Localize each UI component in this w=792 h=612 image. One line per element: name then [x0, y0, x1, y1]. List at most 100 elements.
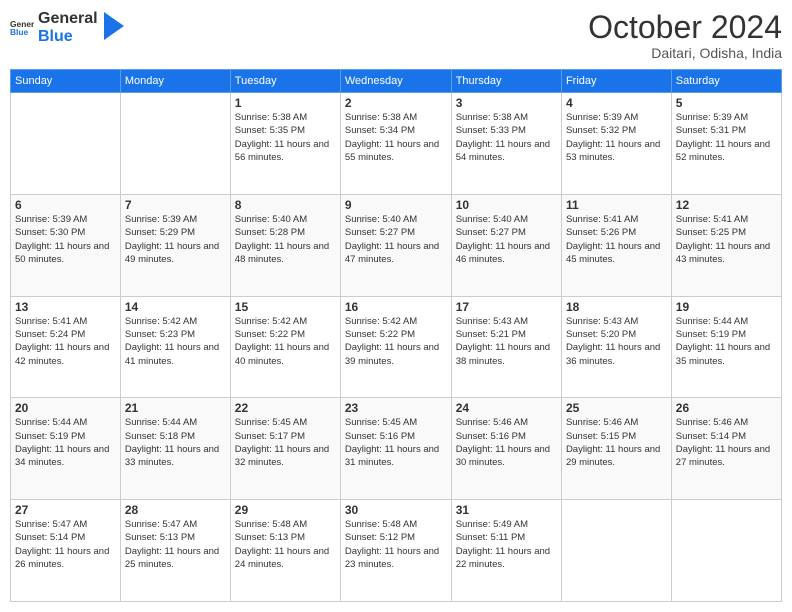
day-number: 15: [235, 300, 336, 314]
sunset-text: Sunset: 5:13 PM: [125, 531, 226, 544]
day-info: Sunrise: 5:39 AMSunset: 5:29 PMDaylight:…: [125, 213, 226, 266]
calendar-cell: 15Sunrise: 5:42 AMSunset: 5:22 PMDayligh…: [230, 296, 340, 398]
calendar-cell: [671, 500, 781, 602]
sunrise-text: Sunrise: 5:38 AM: [456, 111, 557, 124]
calendar-cell: 10Sunrise: 5:40 AMSunset: 5:27 PMDayligh…: [451, 194, 561, 296]
day-number: 22: [235, 401, 336, 415]
sunset-text: Sunset: 5:25 PM: [676, 226, 777, 239]
day-number: 4: [566, 96, 667, 110]
sunset-text: Sunset: 5:17 PM: [235, 430, 336, 443]
weekday-header-tuesday: Tuesday: [230, 70, 340, 93]
daylight-text: Daylight: 11 hours and 34 minutes.: [15, 443, 116, 470]
calendar-cell: 17Sunrise: 5:43 AMSunset: 5:21 PMDayligh…: [451, 296, 561, 398]
calendar-cell: 5Sunrise: 5:39 AMSunset: 5:31 PMDaylight…: [671, 93, 781, 195]
sunrise-text: Sunrise: 5:48 AM: [235, 518, 336, 531]
day-number: 2: [345, 96, 447, 110]
sunset-text: Sunset: 5:32 PM: [566, 124, 667, 137]
svg-text:Blue: Blue: [10, 27, 29, 37]
sunrise-text: Sunrise: 5:41 AM: [676, 213, 777, 226]
calendar-cell: 7Sunrise: 5:39 AMSunset: 5:29 PMDaylight…: [120, 194, 230, 296]
day-info: Sunrise: 5:46 AMSunset: 5:16 PMDaylight:…: [456, 416, 557, 469]
day-info: Sunrise: 5:44 AMSunset: 5:19 PMDaylight:…: [676, 315, 777, 368]
day-number: 17: [456, 300, 557, 314]
day-number: 6: [15, 198, 116, 212]
sunset-text: Sunset: 5:11 PM: [456, 531, 557, 544]
daylight-text: Daylight: 11 hours and 40 minutes.: [235, 341, 336, 368]
calendar-cell: 28Sunrise: 5:47 AMSunset: 5:13 PMDayligh…: [120, 500, 230, 602]
sunrise-text: Sunrise: 5:42 AM: [125, 315, 226, 328]
day-info: Sunrise: 5:40 AMSunset: 5:28 PMDaylight:…: [235, 213, 336, 266]
daylight-text: Daylight: 11 hours and 48 minutes.: [235, 240, 336, 267]
day-number: 10: [456, 198, 557, 212]
day-number: 30: [345, 503, 447, 517]
daylight-text: Daylight: 11 hours and 49 minutes.: [125, 240, 226, 267]
sunrise-text: Sunrise: 5:43 AM: [456, 315, 557, 328]
sunset-text: Sunset: 5:33 PM: [456, 124, 557, 137]
daylight-text: Daylight: 11 hours and 24 minutes.: [235, 545, 336, 572]
daylight-text: Daylight: 11 hours and 55 minutes.: [345, 138, 447, 165]
day-info: Sunrise: 5:43 AMSunset: 5:20 PMDaylight:…: [566, 315, 667, 368]
day-info: Sunrise: 5:39 AMSunset: 5:32 PMDaylight:…: [566, 111, 667, 164]
sunrise-text: Sunrise: 5:44 AM: [676, 315, 777, 328]
day-number: 20: [15, 401, 116, 415]
calendar-cell: 11Sunrise: 5:41 AMSunset: 5:26 PMDayligh…: [561, 194, 671, 296]
daylight-text: Daylight: 11 hours and 32 minutes.: [235, 443, 336, 470]
day-info: Sunrise: 5:48 AMSunset: 5:12 PMDaylight:…: [345, 518, 447, 571]
logo-arrow-icon: [104, 12, 124, 40]
daylight-text: Daylight: 11 hours and 38 minutes.: [456, 341, 557, 368]
daylight-text: Daylight: 11 hours and 30 minutes.: [456, 443, 557, 470]
sunrise-text: Sunrise: 5:47 AM: [125, 518, 226, 531]
day-info: Sunrise: 5:48 AMSunset: 5:13 PMDaylight:…: [235, 518, 336, 571]
sunrise-text: Sunrise: 5:39 AM: [676, 111, 777, 124]
calendar-cell: 16Sunrise: 5:42 AMSunset: 5:22 PMDayligh…: [340, 296, 451, 398]
logo: General Blue General Blue: [10, 10, 124, 45]
sunrise-text: Sunrise: 5:42 AM: [235, 315, 336, 328]
sunset-text: Sunset: 5:22 PM: [235, 328, 336, 341]
sunrise-text: Sunrise: 5:40 AM: [456, 213, 557, 226]
calendar-table: SundayMondayTuesdayWednesdayThursdayFrid…: [10, 69, 782, 602]
calendar-week-row: 27Sunrise: 5:47 AMSunset: 5:14 PMDayligh…: [11, 500, 782, 602]
sunrise-text: Sunrise: 5:39 AM: [125, 213, 226, 226]
calendar-cell: 24Sunrise: 5:46 AMSunset: 5:16 PMDayligh…: [451, 398, 561, 500]
sunset-text: Sunset: 5:29 PM: [125, 226, 226, 239]
calendar-week-row: 6Sunrise: 5:39 AMSunset: 5:30 PMDaylight…: [11, 194, 782, 296]
sunrise-text: Sunrise: 5:40 AM: [345, 213, 447, 226]
sunrise-text: Sunrise: 5:41 AM: [15, 315, 116, 328]
calendar-cell: 22Sunrise: 5:45 AMSunset: 5:17 PMDayligh…: [230, 398, 340, 500]
calendar-cell: 6Sunrise: 5:39 AMSunset: 5:30 PMDaylight…: [11, 194, 121, 296]
sunrise-text: Sunrise: 5:42 AM: [345, 315, 447, 328]
daylight-text: Daylight: 11 hours and 22 minutes.: [456, 545, 557, 572]
sunset-text: Sunset: 5:20 PM: [566, 328, 667, 341]
day-number: 12: [676, 198, 777, 212]
day-number: 1: [235, 96, 336, 110]
daylight-text: Daylight: 11 hours and 47 minutes.: [345, 240, 447, 267]
calendar-week-row: 1Sunrise: 5:38 AMSunset: 5:35 PMDaylight…: [11, 93, 782, 195]
sunset-text: Sunset: 5:21 PM: [456, 328, 557, 341]
day-number: 24: [456, 401, 557, 415]
sunrise-text: Sunrise: 5:49 AM: [456, 518, 557, 531]
sunset-text: Sunset: 5:35 PM: [235, 124, 336, 137]
calendar-cell: 31Sunrise: 5:49 AMSunset: 5:11 PMDayligh…: [451, 500, 561, 602]
sunset-text: Sunset: 5:13 PM: [235, 531, 336, 544]
weekday-header-friday: Friday: [561, 70, 671, 93]
daylight-text: Daylight: 11 hours and 56 minutes.: [235, 138, 336, 165]
sunset-text: Sunset: 5:27 PM: [345, 226, 447, 239]
month-title: October 2024: [588, 10, 782, 45]
daylight-text: Daylight: 11 hours and 31 minutes.: [345, 443, 447, 470]
sunset-text: Sunset: 5:24 PM: [15, 328, 116, 341]
sunrise-text: Sunrise: 5:40 AM: [235, 213, 336, 226]
day-number: 7: [125, 198, 226, 212]
sunrise-text: Sunrise: 5:39 AM: [15, 213, 116, 226]
calendar-cell: 26Sunrise: 5:46 AMSunset: 5:14 PMDayligh…: [671, 398, 781, 500]
day-info: Sunrise: 5:47 AMSunset: 5:14 PMDaylight:…: [15, 518, 116, 571]
calendar-cell: 27Sunrise: 5:47 AMSunset: 5:14 PMDayligh…: [11, 500, 121, 602]
sunset-text: Sunset: 5:22 PM: [345, 328, 447, 341]
sunrise-text: Sunrise: 5:46 AM: [566, 416, 667, 429]
sunrise-text: Sunrise: 5:44 AM: [125, 416, 226, 429]
sunrise-text: Sunrise: 5:43 AM: [566, 315, 667, 328]
logo-icon: General Blue: [10, 16, 34, 40]
day-number: 19: [676, 300, 777, 314]
day-number: 11: [566, 198, 667, 212]
location: Daitari, Odisha, India: [588, 45, 782, 61]
day-info: Sunrise: 5:46 AMSunset: 5:15 PMDaylight:…: [566, 416, 667, 469]
